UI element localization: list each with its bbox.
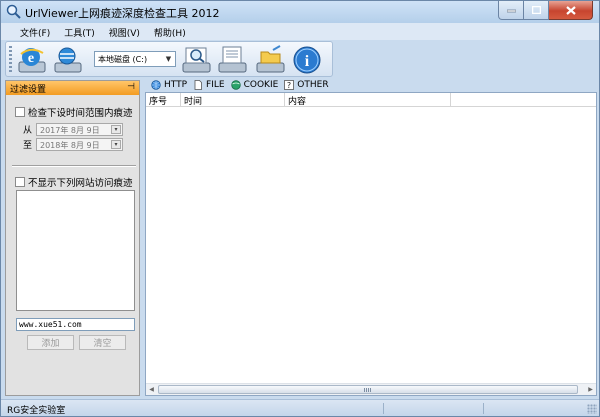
tab-other-label: OTHER <box>297 80 329 90</box>
drive-select[interactable]: 本地磁盘 (C:) ▼ <box>94 51 176 67</box>
maximize-icon <box>531 6 541 14</box>
help-icon: ? <box>284 80 295 90</box>
add-site-button[interactable]: 添加 <box>27 335 74 350</box>
divider <box>12 165 136 167</box>
status-separator <box>483 403 484 414</box>
excluded-sites-list[interactable] <box>16 190 135 311</box>
menu-bar: 文件(F) 工具(T) 视图(V) 帮助(H) <box>1 23 599 40</box>
filter-panel-title: 过滤设置 <box>10 85 47 95</box>
folder-drive-icon <box>256 45 285 73</box>
records-table[interactable]: 序号 时间 内容 ◀ ▶ <box>145 92 597 396</box>
scrollbar-thumb[interactable] <box>158 385 578 394</box>
toolbar: e 本地磁盘 (C:) ▼ i <box>5 41 333 77</box>
horizontal-scrollbar[interactable]: ◀ ▶ <box>146 383 596 395</box>
tab-cookie[interactable]: COOKIE <box>230 80 279 90</box>
app-window: UrlViewer上网痕迹深度检查工具 2012 文件(F) 工具(T) 视图(… <box>0 0 600 417</box>
svg-text:e: e <box>28 51 34 66</box>
from-label: 从 <box>23 126 33 136</box>
disk-scan-icon <box>54 47 82 73</box>
drive-select-value: 本地磁盘 (C:) <box>98 55 148 64</box>
column-header-content[interactable]: 内容 <box>285 93 451 107</box>
filter-panel: 过滤设置 ⊣ 检查下设时间范围内痕迹 从 2017年 8月 9日 ▾ 至 201… <box>5 80 140 396</box>
exclude-sites-checkbox-row[interactable]: 不显示下列网站访问痕迹 <box>15 175 133 189</box>
to-date-picker[interactable]: 2018年 8月 9日 ▾ <box>36 138 123 151</box>
menu-view[interactable]: 视图(V) <box>104 23 145 40</box>
maximize-button[interactable] <box>524 1 549 20</box>
close-icon <box>565 5 576 15</box>
resize-grip-icon[interactable] <box>587 404 597 414</box>
file-drive-button[interactable] <box>216 44 250 76</box>
minimize-icon <box>506 9 516 13</box>
from-date-picker[interactable]: 2017年 8月 9日 ▾ <box>36 123 123 136</box>
status-bar: RG安全实验室 <box>1 399 599 416</box>
title-bar[interactable]: UrlViewer上网痕迹深度检查工具 2012 <box>1 1 599 23</box>
exclude-sites-label: 不显示下列网站访问痕迹 <box>28 178 133 189</box>
disk-scan-button[interactable] <box>52 44 86 76</box>
tab-cookie-label: COOKIE <box>243 80 279 90</box>
column-header-time[interactable]: 时间 <box>181 93 285 107</box>
to-date-row: 至 2018年 8月 9日 ▾ <box>23 138 123 151</box>
info-icon: i <box>293 46 321 74</box>
tab-file-label: FILE <box>206 80 225 90</box>
date-range-checkbox[interactable] <box>15 107 25 117</box>
svg-text:?: ? <box>287 81 291 90</box>
cookie-icon <box>230 80 241 90</box>
date-range-label: 检查下设时间范围内痕迹 <box>28 108 133 119</box>
app-icon <box>6 4 21 19</box>
tab-http-label: HTTP <box>164 80 188 90</box>
from-date-row: 从 2017年 8月 9日 ▾ <box>23 123 123 136</box>
site-input[interactable]: www.xue51.com <box>16 318 135 331</box>
to-label: 至 <box>23 141 33 151</box>
globe-icon <box>151 80 161 90</box>
minimize-button[interactable] <box>498 1 524 20</box>
document-drive-icon <box>218 46 247 73</box>
site-input-value: www.xue51.com <box>19 320 82 329</box>
tab-http[interactable]: HTTP <box>151 80 187 90</box>
tab-other[interactable]: ? OTHER <box>284 80 329 90</box>
search-drive-button[interactable] <box>180 44 214 76</box>
table-header: 序号 时间 内容 <box>146 93 596 107</box>
menu-tools[interactable]: 工具(T) <box>59 23 100 40</box>
scrollbar-grip <box>364 388 372 392</box>
about-button[interactable]: i <box>290 44 324 76</box>
filter-panel-header: 过滤设置 ⊣ <box>6 81 139 95</box>
to-date-value: 2018年 8月 9日 <box>40 141 100 150</box>
calendar-dropdown-icon[interactable]: ▾ <box>111 125 121 134</box>
date-range-checkbox-row[interactable]: 检查下设时间范围内痕迹 <box>15 105 133 119</box>
ie-history-icon: e <box>18 48 46 73</box>
column-header-index[interactable]: 序号 <box>146 93 181 107</box>
ie-history-button[interactable]: e <box>16 44 50 76</box>
status-separator <box>383 403 384 414</box>
close-button[interactable] <box>549 1 593 20</box>
calendar-dropdown-icon[interactable]: ▾ <box>111 140 121 149</box>
magnifier-drive-icon <box>182 47 211 73</box>
from-date-value: 2017年 8月 9日 <box>40 126 100 135</box>
menu-help[interactable]: 帮助(H) <box>149 23 191 40</box>
exclude-sites-checkbox[interactable] <box>15 177 25 187</box>
status-text: RG安全实验室 <box>7 406 66 416</box>
window-title: UrlViewer上网痕迹深度检查工具 2012 <box>25 7 220 20</box>
record-type-tabs: HTTP FILE COOKIE ? OTHER <box>145 78 597 92</box>
toolbar-grip[interactable] <box>9 46 12 72</box>
clear-sites-button[interactable]: 清空 <box>79 335 126 350</box>
tab-file[interactable]: FILE <box>193 80 225 90</box>
chevron-down-icon: ▼ <box>165 55 172 63</box>
pin-icon[interactable]: ⊣ <box>127 82 135 92</box>
folder-drive-button[interactable] <box>254 44 288 76</box>
svg-text:i: i <box>305 53 310 70</box>
menu-file[interactable]: 文件(F) <box>15 23 55 40</box>
scroll-left-icon[interactable]: ◀ <box>146 385 157 394</box>
scroll-right-icon[interactable]: ▶ <box>585 385 596 394</box>
file-icon <box>194 80 202 90</box>
